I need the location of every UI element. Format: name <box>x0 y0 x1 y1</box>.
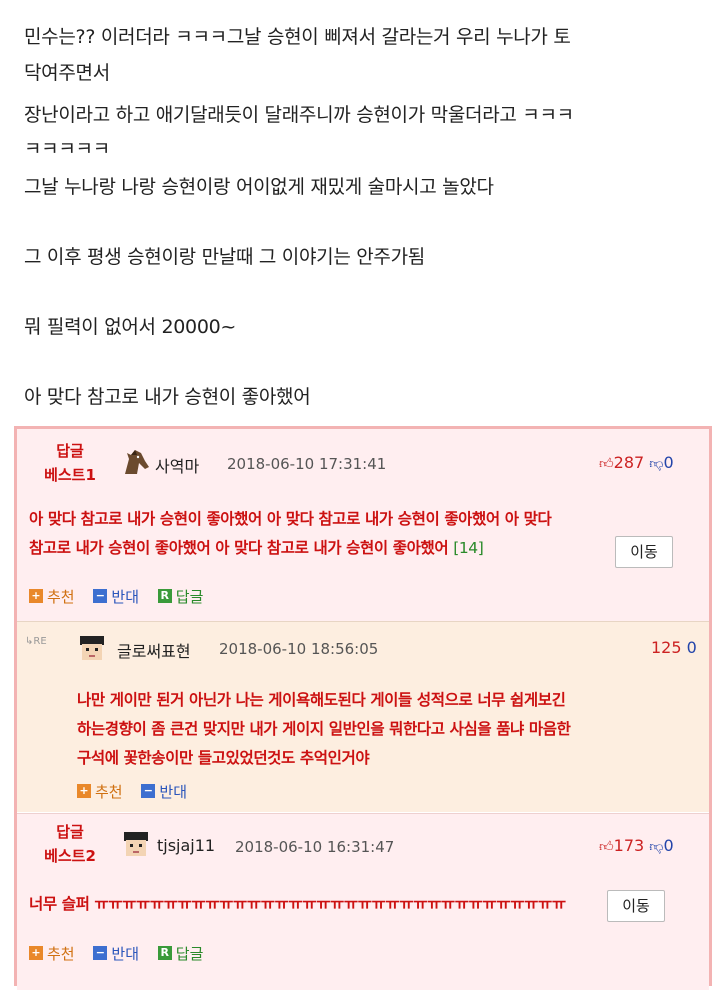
post-line: 민수는?? 이러더라 ㅋㅋㅋ그날 승현이 삐져서 갈라는거 우리 누나가 토 <box>24 26 571 48</box>
oppose-button[interactable]: − 반대 <box>141 781 187 802</box>
reply-label: 답글 <box>175 587 204 606</box>
re-icon: ↳RE <box>25 636 47 647</box>
post-line: 아 맞다 참고로 내가 승현이 좋아했어 <box>24 386 311 408</box>
comment-date: 2018-06-10 16:31:47 <box>235 838 395 856</box>
badge-label-top: 답글 <box>56 442 84 460</box>
oppose-label: 반대 <box>111 587 139 606</box>
best-badge: 답글 베스트2 <box>30 820 110 868</box>
recommend-button[interactable]: + 추천 <box>29 586 75 607</box>
comment-votes: 125 0 <box>651 638 697 657</box>
reply-comment: ↳RE 글로써표현 2018-06-10 18:56:05 125 0 나만 게… <box>17 621 709 812</box>
post-line: 장난이라고 하고 애기달래듯이 달래주니까 승현이가 막울더라고 ㅋㅋㅋ <box>24 104 574 126</box>
re-label: RE <box>33 636 47 647</box>
horse-avatar-icon <box>125 450 149 474</box>
upvote-count: 173 <box>613 836 645 855</box>
badge-label-top: 답글 <box>56 823 84 841</box>
reply-icon: R <box>157 589 172 603</box>
comment-nickname[interactable]: tjsjaj11 <box>157 836 215 855</box>
badge-label-bottom: 베스트1 <box>44 466 96 484</box>
reply-button[interactable]: R 답글 <box>157 943 204 964</box>
oppose-button[interactable]: − 반대 <box>93 586 139 607</box>
upvote-count: 125 <box>651 638 682 657</box>
minus-icon: − <box>93 589 108 603</box>
comment-actions: + 추천 − 반대 R 답글 <box>29 585 217 607</box>
post-line: 그날 누나랑 나랑 승현이랑 어이없게 재밌게 술마시고 놀았다 <box>24 176 494 198</box>
post-line: 뭐 필력이 없어서 20000~ <box>24 316 237 338</box>
best-comment-2: 답글 베스트2 tjsjaj11 2018-06-10 16:31:47 👍︎1… <box>17 813 709 990</box>
comment-text-line: 구석에 꽃한송이만 들고있었던것도 추억인거야 <box>77 749 370 767</box>
recommend-label: 추천 <box>47 587 75 606</box>
oppose-button[interactable]: − 반대 <box>93 943 139 964</box>
comment-text-line: 하는경향이 좀 큰건 맞지만 내가 게이지 일반인을 뭐한다고 사심을 품냐 마… <box>77 720 571 738</box>
thumbs-down-icon[interactable]: 👎︎ <box>649 456 663 472</box>
reply-icon: R <box>157 946 172 960</box>
comment-nickname[interactable]: 글로써표현 <box>117 638 191 662</box>
recommend-label: 추천 <box>95 782 123 801</box>
post-line: 닥여주면서 <box>24 62 110 84</box>
comment-nickname[interactable]: 사역마 <box>155 453 199 477</box>
recommend-label: 추천 <box>47 944 75 963</box>
thumbs-down-icon[interactable]: 👎︎ <box>649 839 663 855</box>
comment-votes: 👍︎287 👎︎0 <box>599 453 674 472</box>
comment-votes: 👍︎173 👎︎0 <box>599 836 674 855</box>
comment-date: 2018-06-10 17:31:41 <box>227 455 387 473</box>
comment-actions: + 추천 − 반대 R 답글 <box>29 942 217 964</box>
plus-icon: + <box>77 784 91 798</box>
comment-text-line: 참고로 내가 승현이 좋아했어 아 맞다 참고로 내가 승현이 좋아했어 <box>29 539 449 557</box>
reply-label: 답글 <box>175 944 204 963</box>
best-badge: 답글 베스트1 <box>30 439 110 487</box>
comment-actions: + 추천 − 반대 <box>77 780 201 802</box>
comment-text-line: 아 맞다 참고로 내가 승현이 좋아했어 아 맞다 참고로 내가 승현이 좋아했… <box>29 510 552 528</box>
plus-icon: + <box>29 589 43 603</box>
downvote-count: 0 <box>663 453 674 472</box>
downvote-count: 0 <box>686 638 697 657</box>
face-avatar-icon <box>80 636 104 660</box>
face-avatar-icon <box>124 832 148 856</box>
reply-count[interactable]: [14] <box>453 539 484 557</box>
post-line: ㅋㅋㅋㅋㅋ <box>24 138 110 160</box>
best-comment-1: 답글 베스트1 사역마 2018-06-10 17:31:41 👍︎287 👎︎… <box>17 429 709 621</box>
best-comments-box: 답글 베스트1 사역마 2018-06-10 17:31:41 👍︎287 👎︎… <box>14 426 712 990</box>
thumbs-up-icon[interactable]: 👍︎ <box>599 456 614 472</box>
oppose-label: 반대 <box>111 944 139 963</box>
reply-button[interactable]: R 답글 <box>157 586 204 607</box>
move-button[interactable]: 이동 <box>615 536 673 568</box>
post-line: 그 이후 평생 승현이랑 만날때 그 이야기는 안주가됨 <box>24 246 425 268</box>
move-button[interactable]: 이동 <box>607 890 665 922</box>
downvote-count: 0 <box>663 836 674 855</box>
comment-text: 너무 슬퍼 ㅠㅠㅠㅠㅠㅠㅠㅠㅠㅠㅠㅠㅠㅠㅠㅠㅠㅠㅠㅠㅠㅠㅠㅠㅠㅠㅠㅠㅠㅠㅠㅠㅠㅠ <box>29 895 566 913</box>
plus-icon: + <box>29 946 43 960</box>
comment-text: 나만 게이만 된거 아닌가 나는 게이욕해도된다 게이들 성적으로 너무 쉽게보… <box>77 686 697 773</box>
comment-date: 2018-06-10 18:56:05 <box>219 640 379 658</box>
comment-text: 아 맞다 참고로 내가 승현이 좋아했어 아 맞다 참고로 내가 승현이 좋아했… <box>29 505 679 563</box>
recommend-button[interactable]: + 추천 <box>77 781 123 802</box>
thumbs-up-icon[interactable]: 👍︎ <box>599 839 614 855</box>
minus-icon: − <box>141 784 156 798</box>
minus-icon: − <box>93 946 108 960</box>
recommend-button[interactable]: + 추천 <box>29 943 75 964</box>
badge-label-bottom: 베스트2 <box>44 847 96 865</box>
comment-text-line: 나만 게이만 된거 아닌가 나는 게이욕해도된다 게이들 성적으로 너무 쉽게보… <box>77 691 566 709</box>
oppose-label: 반대 <box>159 782 187 801</box>
upvote-count: 287 <box>613 453 645 472</box>
